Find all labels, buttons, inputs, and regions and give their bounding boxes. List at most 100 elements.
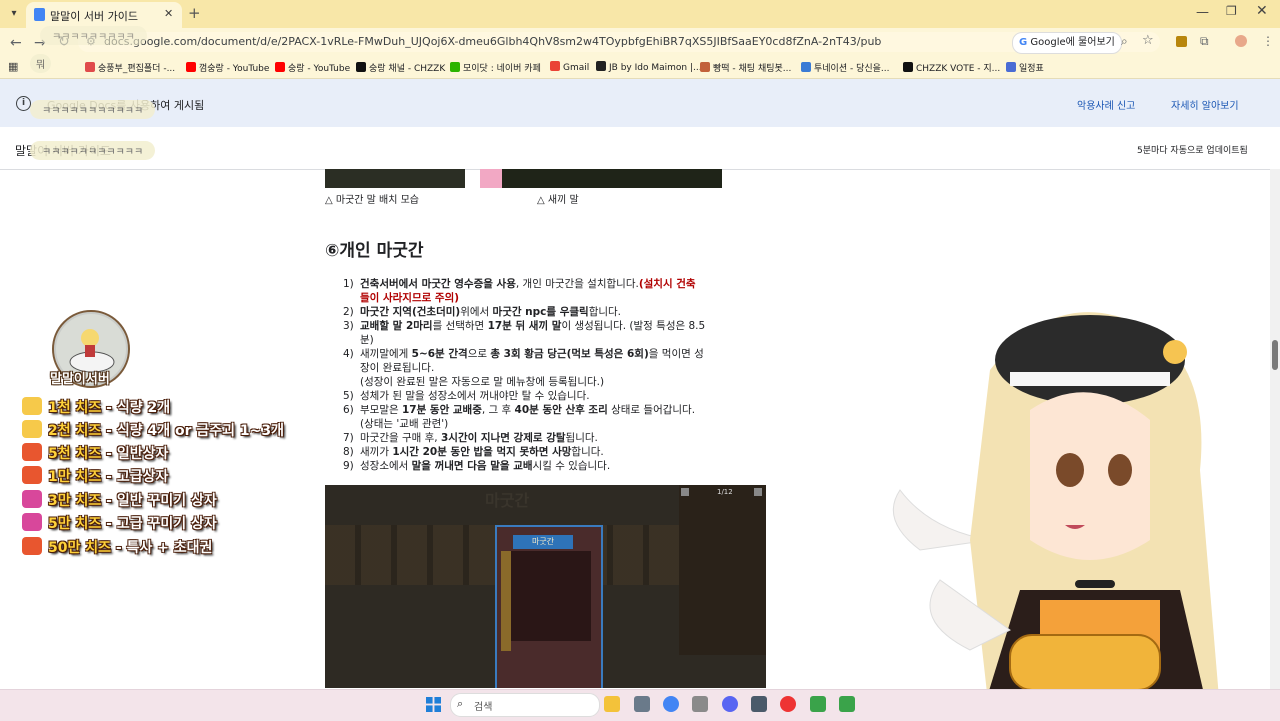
game-next-icon: [754, 488, 762, 496]
bookmark-item[interactable]: 숭풍부_편집폴더 -...: [85, 61, 175, 74]
donation-tier: 1천 치즈 - 식량 2개: [22, 397, 170, 417]
list-item: 9) 성장소에서 말을 꺼내면 다음 말을 교배시킬 수 있습니다.: [343, 459, 610, 473]
file-explorer-icon[interactable]: [604, 696, 620, 712]
cheese-gift-icon: [22, 420, 42, 438]
list-number: 9): [343, 460, 354, 472]
learn-more-link[interactable]: 자세히 알아보기: [1171, 97, 1239, 112]
doc-image-baby-horse: [480, 169, 722, 188]
list-number: 7): [343, 432, 354, 444]
bold-text: 교배할 말 2마리: [360, 320, 433, 332]
windows-start-icon[interactable]: [426, 697, 441, 712]
app-gear-icon[interactable]: [751, 696, 767, 712]
tier-amount: 2천 치즈: [48, 423, 102, 439]
tier-reward: - 일반 꾸미기 상자: [101, 493, 217, 509]
bookmark-item[interactable]: JB by Ido Maimon |...: [596, 61, 702, 73]
bold-text: 총 3회 황금 당근(먹보 특성은 6회): [490, 348, 649, 360]
bookmark-item[interactable]: CHZZK VOTE - 지...: [903, 61, 1000, 74]
bookmark-item[interactable]: 일정표: [1006, 61, 1044, 74]
new-tab-button[interactable]: +: [188, 5, 201, 21]
game-slot-column: [501, 551, 511, 651]
snipping-tool-icon[interactable]: [634, 696, 650, 712]
minecraft-icon[interactable]: [810, 696, 826, 712]
list-item: 3) 교배할 말 2마리를 선택하면 17분 뒤 새끼 말이 생성됩니다. (발정…: [343, 319, 705, 333]
list-number: 3): [343, 320, 354, 332]
gmail-icon: [550, 61, 560, 71]
taskbar-search-placeholder[interactable]: 검색: [474, 698, 492, 713]
list-item: 1) 건축서버에서 마굿간 영수증을 사용, 개인 마굿간을 설치합니다.(설치시…: [343, 277, 696, 291]
url-text[interactable]: docs.google.com/document/d/e/2PACX-1vRLe…: [104, 35, 881, 48]
bookmark-item[interactable]: 숭랑 - YouTube: [275, 61, 350, 74]
bookmark-item[interactable]: 모이닷 : 네이버 카페: [450, 61, 541, 74]
body-text: 시킬 수 있습니다.: [532, 460, 611, 472]
minecraft-icon[interactable]: [839, 696, 855, 712]
bookmark-item[interactable]: 숭랑 채널 - CHZZK: [356, 61, 445, 74]
tier-amount: 5만 치즈: [48, 516, 102, 532]
extensions-puzzle-icon[interactable]: ⧉: [1200, 34, 1209, 49]
caption-right: △ 새끼 말: [537, 195, 579, 206]
ask-google-button[interactable]: G Google에 물어보기: [1012, 32, 1122, 54]
tab-close-icon[interactable]: ✕: [164, 7, 173, 20]
window-close-icon[interactable]: ✕: [1256, 3, 1268, 19]
game-inventory-grid: [679, 485, 766, 655]
list-item: 7) 마굿간을 구매 후, 3시간이 지나면 강제로 강탈됩니다.: [343, 431, 598, 445]
bookmark-item[interactable]: 껌숭랑 - YouTube: [186, 61, 269, 74]
game-prev-icon: [681, 488, 689, 496]
list-number: 6): [343, 404, 354, 416]
apps-grid-icon[interactable]: ▦: [8, 60, 18, 73]
game-menu-title: 마굿간: [513, 535, 573, 549]
tab-search-chevron-icon[interactable]: ▾: [6, 6, 22, 22]
list-item: 4) 새끼말에게 5~6분 간격으로 총 3회 황금 당근(먹보 특성은 6회)을…: [343, 347, 704, 361]
tab-active[interactable]: 말말이 서버 가이드 ✕: [26, 2, 182, 28]
discord-icon[interactable]: [722, 696, 738, 712]
body-text: 를 선택하면: [432, 320, 488, 332]
body-text: , 개인 마굿간을 설치합니다.: [515, 278, 639, 290]
back-icon[interactable]: ←: [10, 35, 22, 51]
doc-image-stable-gui: 마굿간 마굿간 1/12: [325, 485, 766, 688]
body-text: 위에서: [460, 306, 493, 318]
donation-tier: 3만 치즈 - 일반 꾸미기 상자: [22, 490, 217, 510]
list-item-continuation: (성장이 완료된 말은 자동으로 말 메뉴창에 등록됩니다.): [360, 375, 604, 389]
donation-tier: 2천 치즈 - 식량 4개 or 금주괴 1~3개: [22, 420, 284, 440]
bold-text: 5~6분 간격: [411, 348, 468, 360]
body-text: 상태로 들어갑니다.: [607, 404, 696, 416]
server-name: 말말이서버: [50, 372, 110, 387]
report-abuse-link[interactable]: 악용사례 신고: [1077, 97, 1135, 112]
list-item: 2) 마굿간 지역(건초더미)위에서 마굿간 npc를 우클릭합니다.: [343, 305, 621, 319]
game-menu-panel: [507, 551, 591, 641]
window-minimize-icon[interactable]: —: [1196, 5, 1209, 20]
body-text: 됩니다.: [565, 432, 598, 444]
youtube-icon: [186, 62, 196, 72]
bookmark-star-icon[interactable]: ☆: [1142, 33, 1154, 48]
list-number: 5): [343, 390, 354, 402]
window-restore-icon[interactable]: ❐: [1226, 4, 1237, 18]
bookmark-item[interactable]: Gmail: [550, 61, 589, 73]
bookmark-item[interactable]: 투네이션 - 당신을...: [801, 61, 890, 74]
warning-text: 들이 사라지므로 주의): [360, 292, 460, 304]
zoom-icon[interactable]: ⌕: [1121, 34, 1128, 49]
tier-amount: 50만 치즈: [48, 540, 111, 556]
list-item: 8) 새끼가 1시간 20분 동안 밥을 먹지 못하면 사망합니다.: [343, 445, 604, 459]
cheese-gift-icon: [22, 397, 42, 415]
vtuber-avatar: [892, 312, 1220, 720]
list-item-continuation: 장이 완료됩니다.: [360, 361, 434, 375]
body-text: 새끼말에게: [360, 348, 412, 360]
page-scrollbar[interactable]: [1270, 169, 1280, 689]
taskbar-search-box[interactable]: [450, 693, 600, 717]
bookmark-item[interactable]: 빵떡 - 채팅 채팅봇...: [700, 61, 791, 74]
bold-text: 마굿간 지역(건초더미): [360, 306, 461, 318]
profile-avatar[interactable]: [1235, 35, 1247, 47]
doc-header: [0, 127, 1280, 170]
cheese-gift-icon: [22, 466, 42, 484]
warning-text: (설치시 건축: [638, 278, 696, 290]
bold-text: 1시간 20분 동안 밥을 먹지 못하면 사망: [392, 446, 572, 458]
body-text: 새끼가: [360, 446, 393, 458]
menu-kebab-icon[interactable]: ⋮: [1262, 34, 1274, 48]
app-s-icon[interactable]: [780, 696, 796, 712]
scrollbar-thumb[interactable]: [1272, 340, 1278, 370]
extension-icon[interactable]: [1176, 36, 1187, 47]
google-g-icon: G: [1019, 37, 1028, 48]
chrome-icon[interactable]: [663, 696, 679, 712]
app-cube-icon[interactable]: [692, 696, 708, 712]
list-item-continuation: 분): [360, 333, 374, 347]
donation-tier: 1만 치즈 - 고급상자: [22, 466, 168, 486]
